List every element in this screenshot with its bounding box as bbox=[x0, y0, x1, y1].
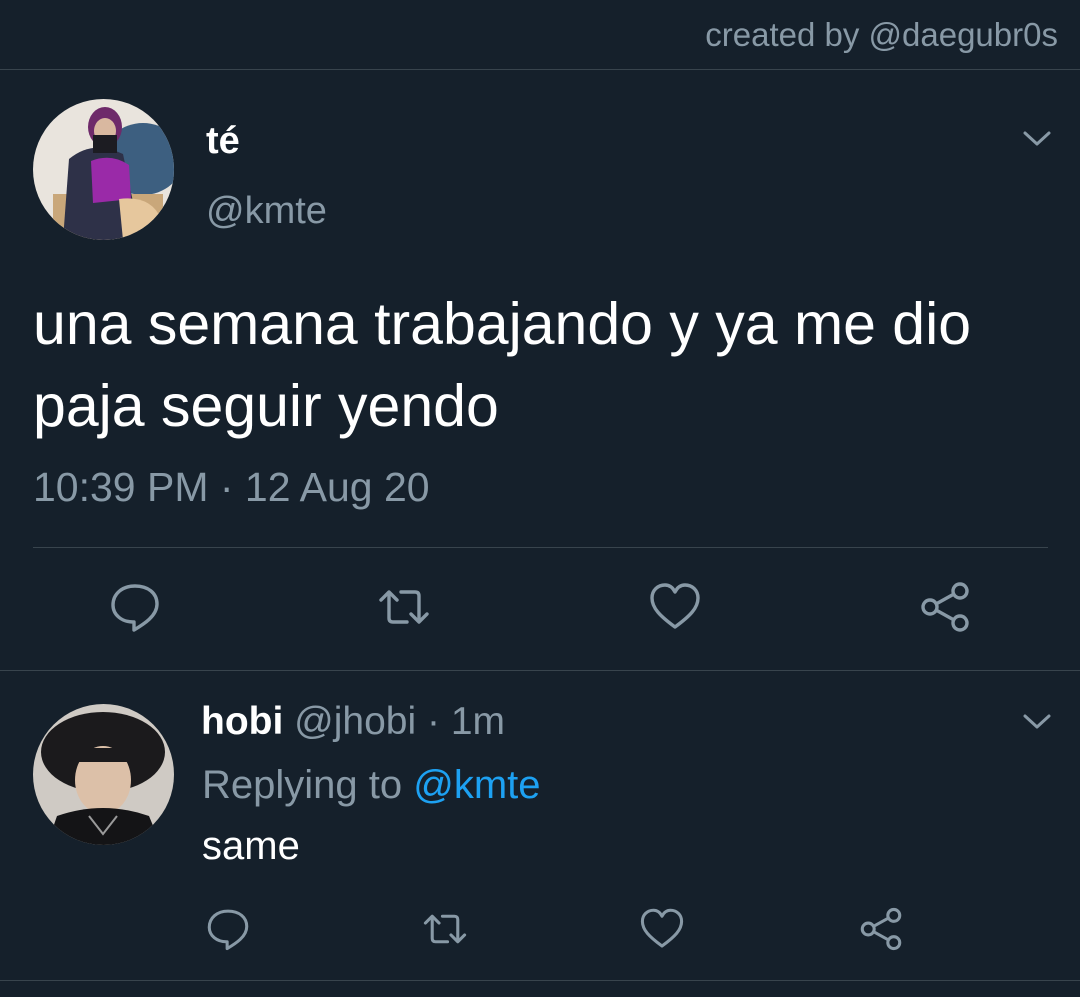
retweet-icon[interactable] bbox=[422, 906, 468, 952]
replying-to-line: Replying to @kmte bbox=[202, 763, 541, 808]
reply-header: hobi @jhobi · 1m bbox=[201, 700, 505, 744]
retweet-icon[interactable] bbox=[377, 580, 431, 634]
reply-icon[interactable] bbox=[108, 580, 162, 634]
bottom-divider bbox=[0, 980, 1080, 981]
reply-separator: · bbox=[427, 700, 440, 743]
tweet-divider bbox=[0, 670, 1080, 671]
chevron-down-icon[interactable] bbox=[1022, 129, 1052, 149]
like-icon[interactable] bbox=[648, 580, 702, 634]
avatar-main-image bbox=[33, 99, 174, 240]
chevron-down-icon[interactable] bbox=[1022, 712, 1052, 732]
replying-to-label: Replying to bbox=[202, 763, 403, 807]
watermark-credit: created by @daegubr0s bbox=[705, 16, 1058, 53]
reply-age[interactable]: 1m bbox=[451, 700, 505, 743]
reply-icon[interactable] bbox=[205, 906, 251, 952]
avatar-reply-image bbox=[33, 704, 174, 845]
user-handle[interactable]: @kmte bbox=[206, 190, 327, 233]
like-icon[interactable] bbox=[639, 906, 685, 952]
avatar-reply[interactable] bbox=[33, 704, 174, 845]
reply-display-name[interactable]: hobi bbox=[201, 700, 283, 743]
tweet-timestamp[interactable]: 10:39 PM · 12 Aug 20 bbox=[33, 464, 430, 511]
reply-user-handle[interactable]: @jhobi bbox=[294, 700, 416, 743]
share-icon[interactable] bbox=[918, 580, 972, 634]
tweet-text: una semana trabajando y ya me dio paja s… bbox=[33, 291, 972, 439]
display-name[interactable]: té bbox=[206, 120, 240, 163]
stats-divider bbox=[33, 547, 1048, 548]
tweet-screenshot: created by @daegubr0s té @kmte una seman… bbox=[0, 0, 1080, 997]
avatar-main[interactable] bbox=[33, 99, 174, 240]
reply-text: same bbox=[202, 824, 300, 868]
share-icon[interactable] bbox=[858, 906, 904, 952]
replying-to-mention[interactable]: @kmte bbox=[413, 763, 540, 807]
top-divider bbox=[0, 69, 1080, 70]
